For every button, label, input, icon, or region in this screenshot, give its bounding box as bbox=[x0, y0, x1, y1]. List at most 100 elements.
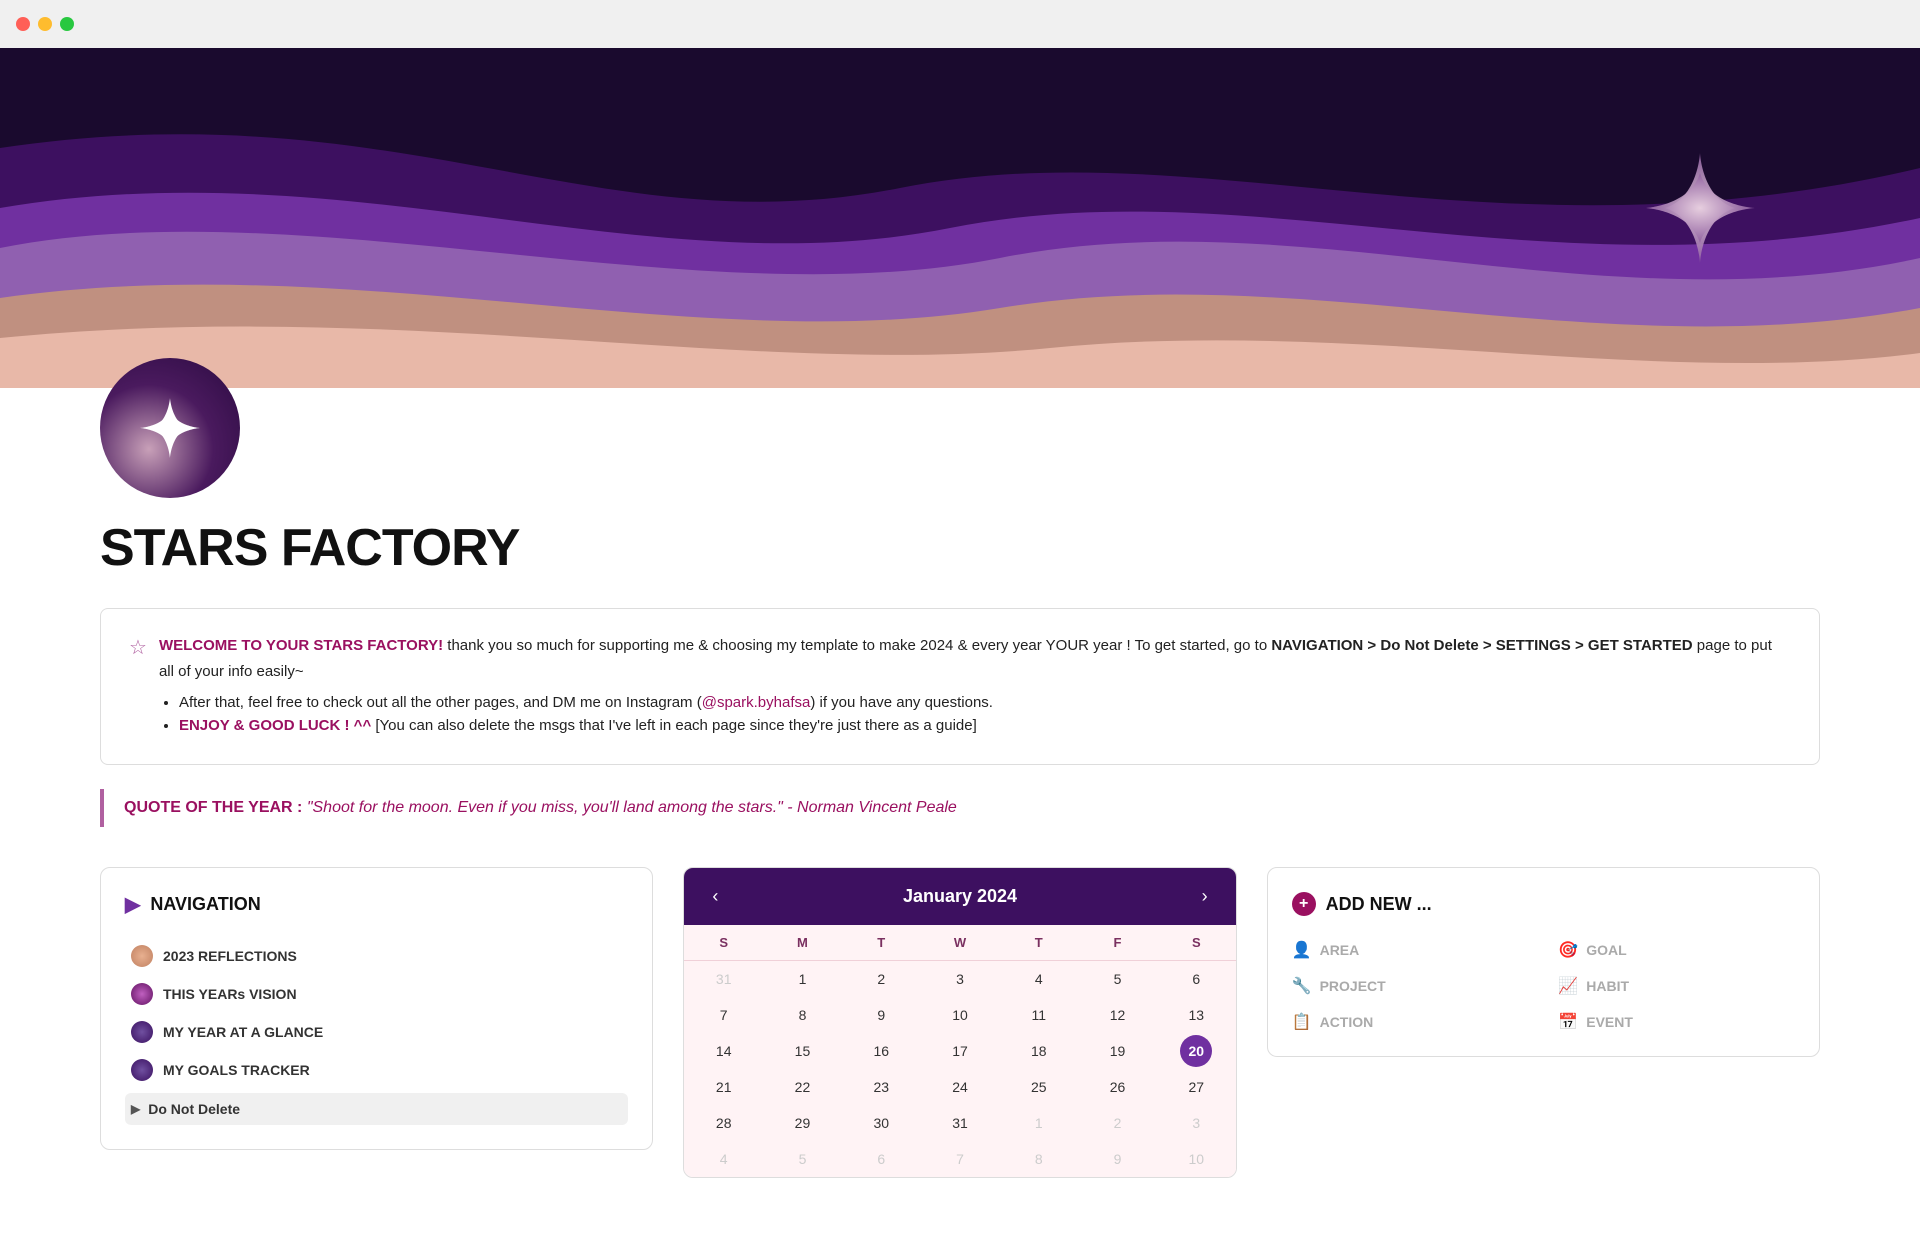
add-area-button[interactable]: 👤 AREA bbox=[1292, 940, 1529, 960]
calendar-day-number: 4 bbox=[720, 1141, 728, 1177]
nav-icon-vision bbox=[131, 983, 153, 1005]
cal-day-tue: T bbox=[842, 925, 921, 960]
calendar-cell[interactable]: 14 bbox=[684, 1033, 763, 1069]
calendar-cell[interactable]: 28 bbox=[684, 1105, 763, 1141]
nav-icon-goals bbox=[131, 1059, 153, 1081]
calendar-cell[interactable]: 10 bbox=[1157, 1141, 1236, 1177]
calendar-cell[interactable]: 12 bbox=[1078, 997, 1157, 1033]
calendar-cell[interactable]: 31 bbox=[921, 1105, 1000, 1141]
instagram-link[interactable]: @spark.byhafsa bbox=[702, 694, 811, 711]
calendar-day-number: 30 bbox=[873, 1105, 889, 1141]
calendar-month-label: January 2024 bbox=[903, 886, 1017, 907]
calendar-day-number: 12 bbox=[1110, 997, 1126, 1033]
maximize-button[interactable] bbox=[60, 17, 74, 31]
calendar-cell[interactable]: 7 bbox=[684, 997, 763, 1033]
quote-author: Norman Vincent Peale bbox=[797, 799, 957, 816]
add-project-button[interactable]: 🔧 PROJECT bbox=[1292, 976, 1529, 996]
hero-banner bbox=[0, 48, 1920, 388]
add-action-button[interactable]: 📋 ACTION bbox=[1292, 1012, 1529, 1032]
calendar-card: ‹ January 2024 › S M T W T F S 311234567… bbox=[683, 867, 1236, 1178]
page-title: STARS FACTORY bbox=[100, 518, 1820, 578]
calendar-cell[interactable]: 27 bbox=[1157, 1069, 1236, 1105]
calendar-day-number: 2 bbox=[877, 961, 885, 997]
calendar-cell[interactable]: 18 bbox=[999, 1033, 1078, 1069]
calendar-cell[interactable]: 25 bbox=[999, 1069, 1078, 1105]
nav-item-reflections[interactable]: 2023 REFLECTIONS bbox=[125, 937, 628, 975]
calendar-cell[interactable]: 10 bbox=[921, 997, 1000, 1033]
calendar-cell[interactable]: 16 bbox=[842, 1033, 921, 1069]
nav-item-goals[interactable]: MY GOALS TRACKER bbox=[125, 1051, 628, 1089]
calendar-prev-button[interactable]: ‹ bbox=[704, 882, 726, 911]
add-event-button[interactable]: 📅 EVENT bbox=[1558, 1012, 1795, 1032]
calendar-cell[interactable]: 23 bbox=[842, 1069, 921, 1105]
calendar-cell[interactable]: 1 bbox=[763, 961, 842, 997]
calendar-cell[interactable]: 4 bbox=[999, 961, 1078, 997]
nav-item-do-not-delete[interactable]: ▶ Do Not Delete bbox=[125, 1093, 628, 1125]
project-label: PROJECT bbox=[1320, 978, 1386, 994]
calendar-cell[interactable]: 7 bbox=[921, 1141, 1000, 1177]
calendar-day-number: 26 bbox=[1110, 1069, 1126, 1105]
calendar-cell[interactable]: 6 bbox=[1157, 961, 1236, 997]
calendar-cell[interactable]: 8 bbox=[763, 997, 842, 1033]
calendar-cell[interactable]: 13 bbox=[1157, 997, 1236, 1033]
calendar-day-number: 10 bbox=[1188, 1141, 1204, 1177]
close-button[interactable] bbox=[16, 17, 30, 31]
welcome-box: ☆ WELCOME TO YOUR STARS FACTORY! thank y… bbox=[100, 608, 1820, 765]
minimize-button[interactable] bbox=[38, 17, 52, 31]
calendar-cell[interactable]: 17 bbox=[921, 1033, 1000, 1069]
goal-label: GOAL bbox=[1586, 942, 1626, 958]
add-habit-button[interactable]: 📈 HABIT bbox=[1558, 976, 1795, 996]
calendar-cell[interactable]: 30 bbox=[842, 1105, 921, 1141]
calendar-day-number: 7 bbox=[956, 1141, 964, 1177]
nav-item-glance[interactable]: MY YEAR AT A GLANCE bbox=[125, 1013, 628, 1051]
calendar-cell[interactable]: 22 bbox=[763, 1069, 842, 1105]
calendar-cell[interactable]: 5 bbox=[763, 1141, 842, 1177]
calendar-day-number: 28 bbox=[716, 1105, 732, 1141]
calendar-cell[interactable]: 9 bbox=[1078, 1141, 1157, 1177]
calendar-cell[interactable]: 1 bbox=[999, 1105, 1078, 1141]
add-goal-button[interactable]: 🎯 GOAL bbox=[1558, 940, 1795, 960]
calendar-cell[interactable]: 5 bbox=[1078, 961, 1157, 997]
three-columns: ▶ NAVIGATION 2023 REFLECTIONS THIS YEARs… bbox=[100, 867, 1820, 1178]
calendar-cell[interactable]: 29 bbox=[763, 1105, 842, 1141]
enjoy-text: ENJOY & GOOD LUCK ! ^^ bbox=[179, 717, 371, 734]
calendar-day-number: 8 bbox=[799, 997, 807, 1033]
calendar-day-number: 13 bbox=[1188, 997, 1204, 1033]
calendar-day-number: 3 bbox=[956, 961, 964, 997]
calendar-cell[interactable]: 6 bbox=[842, 1141, 921, 1177]
calendar-cell[interactable]: 11 bbox=[999, 997, 1078, 1033]
calendar-cell[interactable]: 3 bbox=[1157, 1105, 1236, 1141]
sparkle-decoration bbox=[1640, 148, 1760, 268]
calendar-day-number: 7 bbox=[720, 997, 728, 1033]
calendar-cell[interactable]: 3 bbox=[921, 961, 1000, 997]
calendar-cell[interactable]: 21 bbox=[684, 1069, 763, 1105]
calendar-day-number: 9 bbox=[877, 997, 885, 1033]
calendar-cell[interactable]: 24 bbox=[921, 1069, 1000, 1105]
calendar-day-number: 25 bbox=[1031, 1069, 1047, 1105]
calendar-cell[interactable]: 19 bbox=[1078, 1033, 1157, 1069]
calendar-cell[interactable]: 8 bbox=[999, 1141, 1078, 1177]
calendar-cell[interactable]: 2 bbox=[1078, 1105, 1157, 1141]
area-icon: 👤 bbox=[1292, 940, 1312, 960]
cal-day-mon: M bbox=[763, 925, 842, 960]
calendar-day-number: 27 bbox=[1188, 1069, 1204, 1105]
calendar-day-number: 16 bbox=[873, 1033, 889, 1069]
calendar-cell[interactable]: 15 bbox=[763, 1033, 842, 1069]
calendar-cell[interactable]: 31 bbox=[684, 961, 763, 997]
calendar-cell[interactable]: 9 bbox=[842, 997, 921, 1033]
nav-card-title: ▶ NAVIGATION bbox=[125, 892, 628, 917]
nav-item-vision[interactable]: THIS YEARs VISION bbox=[125, 975, 628, 1013]
calendar-day-number: 6 bbox=[877, 1141, 885, 1177]
calendar-cell[interactable]: 4 bbox=[684, 1141, 763, 1177]
calendar-cell[interactable]: 20 bbox=[1157, 1033, 1236, 1069]
calendar-cell[interactable]: 2 bbox=[842, 961, 921, 997]
cal-day-wed: W bbox=[921, 925, 1000, 960]
calendar-today: 20 bbox=[1180, 1035, 1212, 1067]
calendar-day-number: 22 bbox=[795, 1069, 811, 1105]
calendar-next-button[interactable]: › bbox=[1194, 882, 1216, 911]
action-label: ACTION bbox=[1320, 1014, 1374, 1030]
welcome-bullet-2: ENJOY & GOOD LUCK ! ^^ [You can also del… bbox=[179, 717, 1791, 734]
calendar-cell[interactable]: 26 bbox=[1078, 1069, 1157, 1105]
calendar-day-number: 4 bbox=[1035, 961, 1043, 997]
calendar-day-number: 9 bbox=[1114, 1141, 1122, 1177]
